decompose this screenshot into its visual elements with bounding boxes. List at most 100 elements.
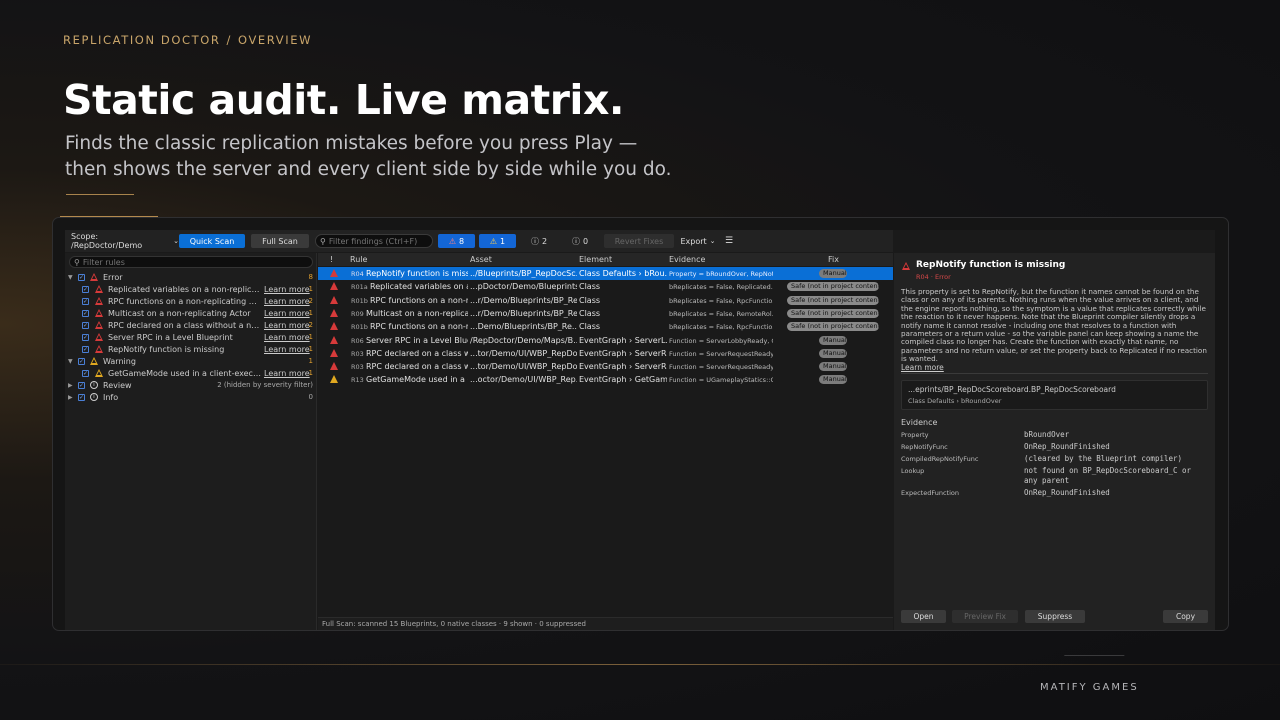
divider bbox=[901, 373, 1208, 374]
fix-badge[interactable]: Safe (not in project content) bbox=[787, 282, 879, 292]
scope-dropdown[interactable]: Scope: /RepDoctor/Demo ⌄ bbox=[71, 232, 179, 250]
checkbox-icon[interactable]: ✓ bbox=[82, 297, 89, 305]
rule-label: RPC functions on a non-replicating Actor bbox=[108, 296, 261, 306]
revert-fixes-button[interactable]: Revert Fixes bbox=[604, 234, 674, 248]
error-filter-toggle[interactable]: ⚠ 8 bbox=[438, 234, 475, 248]
checkbox-icon[interactable]: ✓ bbox=[82, 285, 89, 293]
evidence-key: RepNotifyFunc bbox=[901, 443, 948, 451]
evidence-summary: bReplicates = False, RemoteRol... bbox=[669, 309, 773, 318]
learn-more-link[interactable]: Learn more bbox=[264, 369, 310, 378]
tree-item-rule[interactable]: ✓ Replicated variables on a non-replicat… bbox=[65, 283, 317, 295]
status-bar: Full Scan: scanned 15 Blueprints, 0 nati… bbox=[318, 617, 893, 630]
rule-id: R01b bbox=[351, 296, 368, 305]
table-row[interactable]: R03RPC declared on a class wi......tor/D… bbox=[318, 360, 893, 373]
checkbox-icon[interactable]: ✓ bbox=[78, 273, 85, 281]
review-filter-toggle[interactable]: ⓘ 2 bbox=[527, 234, 551, 248]
column-header-rule[interactable]: Rule bbox=[350, 255, 367, 264]
learn-more-link[interactable]: Learn more bbox=[264, 345, 310, 354]
checkbox-icon[interactable]: ✓ bbox=[78, 381, 85, 389]
copy-button[interactable]: Copy bbox=[1163, 610, 1208, 623]
findings-search[interactable]: ⚲ bbox=[315, 234, 433, 248]
column-header-severity[interactable]: ! bbox=[330, 255, 333, 264]
fix-badge[interactable]: Manual bbox=[819, 375, 847, 385]
column-header-evidence[interactable]: Evidence bbox=[669, 255, 705, 264]
findings-search-input[interactable] bbox=[328, 236, 429, 246]
breadcrumb: REPLICATION DOCTOR / OVERVIEW bbox=[63, 33, 312, 47]
group-count: 2 (hidden by severity filter) bbox=[217, 381, 313, 389]
tree-item-rule[interactable]: ✓ RPC functions on a non-replicating Act… bbox=[65, 295, 317, 307]
tree-item-rule[interactable]: ✓ RepNotify function is missing Learn mo… bbox=[65, 343, 317, 355]
export-label: Export bbox=[680, 236, 707, 246]
warning-filter-toggle[interactable]: ⚠ 1 bbox=[479, 234, 516, 248]
asset-path: ...r/Demo/Blueprints/BP_Re... bbox=[470, 295, 577, 305]
chevron-down-icon[interactable]: ▼ bbox=[68, 274, 73, 281]
checkbox-icon[interactable]: ✓ bbox=[82, 321, 89, 329]
column-header-asset[interactable]: Asset bbox=[470, 255, 492, 264]
checkbox-icon[interactable]: ✓ bbox=[78, 393, 85, 401]
tree-item-rule[interactable]: ✓ Multicast on a non-replicating Actor L… bbox=[65, 307, 317, 319]
checkbox-icon[interactable]: ✓ bbox=[82, 309, 89, 317]
table-row[interactable]: R09Multicast on a non-replicati......r/D… bbox=[318, 307, 893, 320]
learn-more-link[interactable]: Learn more bbox=[264, 285, 310, 294]
tree-group-info[interactable]: ▶ ✓ i Info 0 bbox=[65, 391, 317, 403]
checkbox-icon[interactable]: ✓ bbox=[78, 357, 85, 365]
rules-tree: ⚲ ▼ ✓ Error 8 ✓ Replicated variables on … bbox=[65, 253, 317, 630]
table-row[interactable]: R06Server RPC in a Level Blue.../RepDoct… bbox=[318, 334, 893, 347]
fix-badge[interactable]: Manual bbox=[819, 335, 847, 345]
open-button[interactable]: Open bbox=[901, 610, 946, 623]
fix-badge[interactable]: Manual bbox=[819, 269, 847, 278]
info-filter-toggle[interactable]: ⓘ 0 bbox=[568, 234, 592, 248]
suppress-button[interactable]: Suppress bbox=[1025, 610, 1085, 623]
rule-count: 2 bbox=[308, 297, 313, 305]
fix-badge[interactable]: Safe (not in project content) bbox=[787, 308, 879, 318]
learn-more-link[interactable]: Learn more bbox=[264, 321, 310, 330]
filter-icon[interactable]: ☰ bbox=[721, 234, 737, 248]
column-header-fix[interactable]: Fix bbox=[828, 255, 839, 264]
checkbox-icon[interactable]: ✓ bbox=[82, 369, 89, 377]
warning-icon bbox=[330, 375, 338, 384]
learn-more-link[interactable]: Learn more bbox=[264, 333, 310, 342]
table-row[interactable]: R04RepNotify function is missing../Bluep… bbox=[318, 267, 893, 280]
tree-group-error[interactable]: ▼ ✓ Error 8 bbox=[65, 271, 317, 283]
evidence-summary: Function = ServerLobbyReady, C... bbox=[669, 336, 773, 345]
table-row[interactable]: R03RPC declared on a class wi......tor/D… bbox=[318, 347, 893, 360]
tree-item-rule[interactable]: ✓ Server RPC in a Level Blueprint Learn … bbox=[65, 331, 317, 343]
column-header-element[interactable]: Element bbox=[579, 255, 612, 264]
chevron-right-icon[interactable]: ▶ bbox=[68, 394, 73, 401]
asset-path: ...octor/Demo/UI/WBP_Rep... bbox=[470, 375, 577, 385]
element-path: Class Defaults › bRou... bbox=[579, 269, 667, 278]
preview-fix-button[interactable]: Preview Fix bbox=[952, 610, 1018, 623]
rule-label: Server RPC in a Level Blueprint bbox=[108, 332, 233, 342]
full-scan-button[interactable]: Full Scan bbox=[251, 234, 309, 248]
checkbox-icon[interactable]: ✓ bbox=[82, 333, 89, 341]
fix-badge[interactable]: Safe (not in project content) bbox=[787, 322, 879, 332]
tree-item-rule[interactable]: ✓ RPC declared on a class without a netw… bbox=[65, 319, 317, 331]
rules-search-input[interactable] bbox=[82, 257, 283, 267]
chevron-down-icon[interactable]: ▼ bbox=[68, 358, 73, 365]
tree-group-review[interactable]: ▶ ✓ i Review 2 (hidden by severity filte… bbox=[65, 379, 317, 391]
learn-more-link[interactable]: Learn more bbox=[264, 297, 310, 306]
detail-location[interactable]: ...eprints/BP_RepDocScoreboard.BP_RepDoc… bbox=[901, 380, 1208, 410]
fix-badge[interactable]: Manual bbox=[819, 348, 847, 358]
fix-badge[interactable]: Safe (not in project content) bbox=[787, 295, 879, 305]
footer-brand: MATIFY GAMES bbox=[1040, 682, 1139, 693]
export-dropdown[interactable]: Export ⌄ bbox=[679, 234, 717, 248]
fix-badge[interactable]: Manual bbox=[819, 362, 847, 372]
tree-item-rule[interactable]: ✓ GetGameMode used in a client-executing… bbox=[65, 367, 317, 379]
rules-search[interactable]: ⚲ bbox=[69, 256, 313, 268]
chevron-right-icon[interactable]: ▶ bbox=[68, 382, 73, 389]
error-icon: ⚠ bbox=[448, 236, 457, 246]
table-row[interactable]: R13GetGameMode used in a cli......octor/… bbox=[318, 373, 893, 386]
info-icon: i bbox=[90, 393, 98, 401]
quick-scan-button[interactable]: Quick Scan bbox=[179, 234, 245, 248]
table-row[interactable]: R01bRPC functions on a non-re......Demo/… bbox=[318, 320, 893, 333]
table-row[interactable]: R01a Replicated variables on a... ...pDoct… bbox=[318, 280, 893, 293]
tree-group-warning[interactable]: ▼ ✓ Warning 1 bbox=[65, 355, 317, 367]
error-icon bbox=[330, 322, 338, 331]
rule-id: R04 bbox=[351, 270, 364, 278]
detail-learn-more-link[interactable]: Learn more bbox=[901, 363, 944, 372]
rule-name: RPC functions on a non-re... bbox=[370, 322, 468, 332]
table-row[interactable]: R01bRPC functions on a non-re......r/Dem… bbox=[318, 294, 893, 307]
checkbox-icon[interactable]: ✓ bbox=[82, 345, 89, 353]
learn-more-link[interactable]: Learn more bbox=[264, 309, 310, 318]
